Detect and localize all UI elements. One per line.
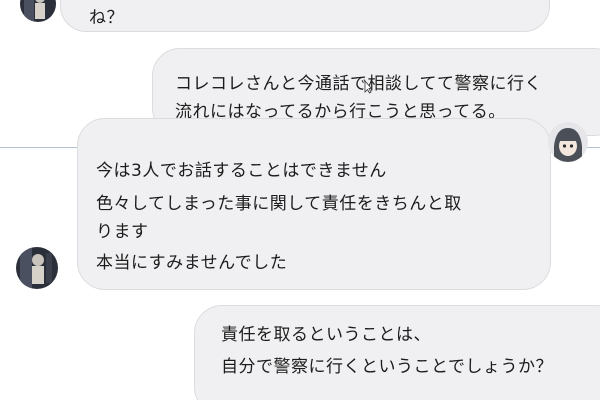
- anime-girl-avatar-icon: [548, 122, 588, 162]
- message-text-line: ります: [96, 222, 149, 242]
- message-text-line: 自分で警察に行くということでしょうか？: [221, 357, 553, 377]
- own-avatar-icon[interactable]: [548, 122, 588, 162]
- message-text-line: 色々してしまった事に関して責任をきちんと取: [96, 194, 462, 214]
- mouse-cursor-icon: [364, 80, 372, 94]
- message-text-line: 本当にすみませんでした: [96, 253, 288, 273]
- sender-avatar-icon[interactable]: [16, 247, 58, 289]
- incoming-message-bubble[interactable]: ね？: [60, 0, 550, 32]
- chat-screen: ね？ コレコレさんと今通話で相談してて警察に行く 流れにはなってるから行こうと思…: [0, 0, 600, 400]
- message-text-line: 今は3人でお話することはできません: [96, 161, 387, 181]
- outgoing-message-bubble[interactable]: 責任を取るということは、 自分で警察に行くということでしょうか？: [194, 305, 600, 400]
- message-text-line: 責任を取るということは、: [221, 325, 431, 345]
- message-text-line: ね？: [89, 8, 124, 28]
- sender-avatar-icon[interactable]: [20, 0, 56, 22]
- avatar-figure-icon: [20, 0, 56, 22]
- message-text-line: コレコレさんと今通話で相談してて警察に行く: [175, 74, 542, 94]
- incoming-message-bubble[interactable]: 今は3人でお話することはできません 色々してしまった事に関して責任をきちんと取 …: [77, 118, 551, 290]
- avatar-figure-icon: [16, 247, 58, 289]
